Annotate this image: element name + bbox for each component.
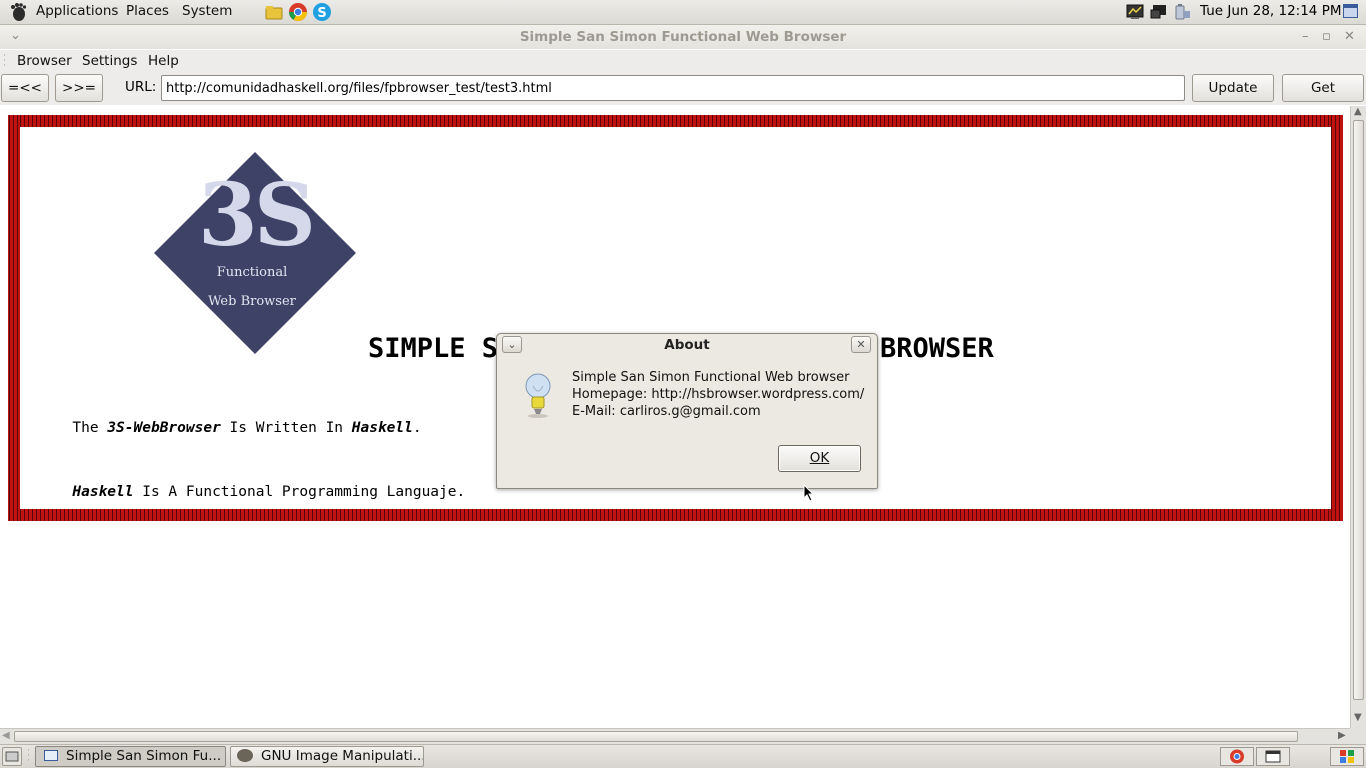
chrome-icon[interactable]	[288, 2, 308, 22]
paragraph-1: The 3S-WebBrowser Is Written In Haskell.	[72, 420, 422, 436]
clock[interactable]: Tue Jun 28, 12:14 PM	[1200, 3, 1341, 19]
trash-icon[interactable]	[1330, 747, 1364, 766]
menubar: · · · Browser Settings Help	[0, 50, 1366, 72]
battery-icon[interactable]	[1174, 3, 1192, 21]
dialog-email: E-Mail: carliros.g@gmail.com	[572, 404, 761, 419]
dialog-close-icon[interactable]: ✕	[851, 336, 871, 353]
task-gimp[interactable]: GNU Image Manipulati...	[230, 746, 424, 767]
mouse-cursor-icon	[803, 483, 815, 502]
scroll-down-icon[interactable]: ▼	[1354, 712, 1362, 723]
task-browser[interactable]: Simple San Simon Fu...	[35, 746, 226, 767]
gnome-foot-icon[interactable]	[8, 2, 28, 22]
menu-settings[interactable]: Settings	[82, 53, 137, 69]
system-menu[interactable]: System	[182, 3, 232, 19]
workspace-window-icon[interactable]	[1256, 747, 1290, 766]
logo-3s: 3S	[198, 165, 316, 266]
window-icon	[44, 750, 58, 761]
paragraph-2: Haskell Is A Functional Programming Lang…	[72, 484, 466, 500]
window-title: Simple San Simon Functional Web Browser	[519, 29, 847, 45]
horizontal-scrollbar[interactable]: ◀ ▶	[0, 728, 1350, 744]
vertical-scrollbar[interactable]: ▲ ▼	[1350, 106, 1366, 728]
applications-menu[interactable]: Applications	[36, 3, 118, 19]
horizontal-scroll-thumb[interactable]	[14, 731, 1298, 742]
back-button[interactable]: =<<	[1, 74, 49, 102]
about-dialog: ⌄ About ✕ Simple San Simon Functional We…	[496, 333, 878, 489]
task-gimp-label: GNU Image Manipulati...	[261, 748, 424, 764]
logo-web-browser: Web Browser	[208, 294, 296, 309]
menu-browser[interactable]: Browser	[17, 53, 72, 69]
minimize-icon[interactable]: –	[1302, 29, 1309, 44]
network-icon[interactable]	[1150, 3, 1168, 21]
menubar-handle: · · ·	[3, 51, 6, 71]
workspace-chrome-icon[interactable]	[1220, 747, 1254, 766]
dialog-homepage: Homepage: http://hsbrowser.wordpress.com…	[572, 387, 865, 402]
gimp-icon	[237, 749, 253, 762]
forward-button[interactable]: >>=	[55, 74, 103, 102]
bottom-panel: · · · Simple San Simon Fu... GNU Image Man…	[0, 744, 1366, 768]
folder-icon[interactable]	[264, 2, 284, 22]
top-panel: Applications Places System S Tue Jun 28,…	[0, 0, 1366, 25]
dialog-app-name: Simple San Simon Functional Web browser	[572, 370, 850, 385]
scroll-right-icon[interactable]: ▶	[1338, 730, 1346, 741]
url-input[interactable]	[161, 75, 1185, 101]
lightbulb-icon	[522, 372, 554, 418]
logo-functional: Functional	[216, 265, 288, 280]
url-label: URL:	[125, 79, 157, 95]
svg-text:S: S	[317, 6, 326, 21]
toolbar: =<< >>= URL: Update Get	[0, 72, 1366, 105]
logo: 3S Functional Web Browser	[154, 152, 356, 354]
window-titlebar[interactable]: ⌄ Simple San Simon Functional Web Browse…	[0, 25, 1366, 49]
skype-icon[interactable]: S	[312, 2, 332, 22]
show-desktop-icon[interactable]	[1343, 4, 1358, 18]
page-heading-left: SIMPLE S	[368, 333, 499, 364]
dialog-titlebar[interactable]: ⌄ About ✕	[497, 334, 877, 356]
places-menu[interactable]: Places	[126, 3, 169, 19]
scroll-left-icon[interactable]: ◀	[2, 730, 10, 741]
maximize-icon[interactable]: ▫	[1322, 29, 1331, 44]
show-desktop-button[interactable]	[2, 747, 22, 766]
vertical-scroll-thumb[interactable]	[1353, 120, 1364, 700]
page-heading-right: BROWSER	[880, 333, 994, 364]
update-button[interactable]: Update	[1192, 74, 1274, 102]
scroll-up-icon[interactable]: ▲	[1354, 106, 1362, 117]
menu-help[interactable]: Help	[148, 53, 179, 69]
scroll-corner	[1350, 728, 1366, 744]
ok-button[interactable]: OK	[778, 445, 861, 472]
dialog-title: About	[664, 337, 710, 353]
system-monitor-icon[interactable]	[1126, 3, 1144, 21]
task-browser-label: Simple San Simon Fu...	[66, 748, 222, 764]
close-icon[interactable]: ✕	[1344, 29, 1355, 44]
taskbar-handle: · · ·	[27, 746, 30, 766]
get-button[interactable]: Get	[1282, 74, 1364, 102]
